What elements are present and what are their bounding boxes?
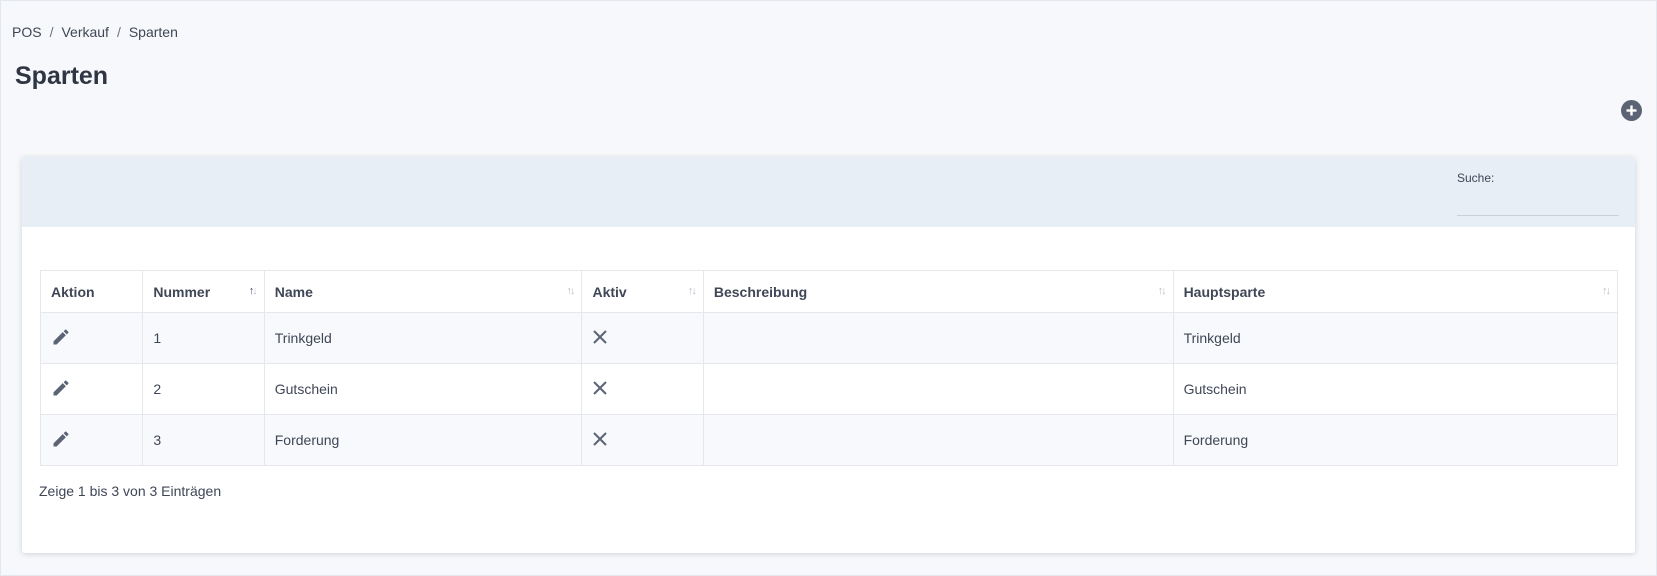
card-header: Suche:	[22, 157, 1635, 227]
cell-name: Trinkgeld	[263, 312, 583, 364]
cell-hauptsparte: Trinkgeld	[1172, 312, 1619, 364]
x-icon	[592, 431, 608, 447]
column-header-label: Name	[274, 283, 313, 300]
cell-hauptsparte: Gutschein	[1172, 363, 1619, 415]
pencil-icon	[53, 379, 69, 395]
cell-name: Gutschein	[263, 363, 583, 415]
table-row: 2 Gutschein Gutschein	[39, 363, 1619, 415]
breadcrumb-item-pos[interactable]: POS	[12, 24, 42, 40]
plus-circle-icon	[1626, 105, 1637, 116]
sort-icon: ↑↓	[687, 285, 697, 297]
cell-name: Forderung	[263, 414, 583, 466]
search-label: Suche:	[1457, 171, 1495, 185]
table-row: 1 Trinkgeld Trinkgeld	[39, 312, 1619, 364]
column-header-label: Aktion	[51, 283, 95, 300]
sort-icon: ↑↓	[566, 285, 575, 297]
sort-icon: ↑↓	[1157, 285, 1167, 297]
table-row: 3 Forderung Forderung	[39, 414, 1619, 466]
column-header-label: Nummer	[153, 283, 211, 300]
column-header-label: Aktiv	[592, 283, 627, 300]
sparten-card: Suche: Aktion Nummer ↑↓ Name ↑↓ Aktiv ↑↓…	[22, 157, 1635, 553]
cell-nummer: 1	[142, 312, 265, 364]
search-box: Suche:	[1457, 171, 1619, 216]
page-title: Sparten	[15, 62, 109, 90]
column-header-hauptsparte[interactable]: Hauptsparte ↑↓	[1172, 270, 1619, 313]
edit-button[interactable]	[51, 429, 71, 449]
edit-button[interactable]	[51, 327, 71, 347]
cell-aktion	[39, 414, 144, 466]
table-info: Zeige 1 bis 3 von 3 Einträgen	[39, 483, 222, 499]
breadcrumb-item-sparten: Sparten	[128, 24, 178, 40]
column-header-aktion: Aktion	[39, 270, 144, 313]
cell-beschreibung	[702, 363, 1174, 415]
sparten-table: Aktion Nummer ↑↓ Name ↑↓ Aktiv ↑↓ Beschr…	[39, 270, 1619, 466]
x-icon	[592, 380, 608, 396]
cell-aktion	[39, 312, 144, 364]
edit-button[interactable]	[51, 378, 71, 398]
column-header-label: Hauptsparte	[1183, 283, 1266, 300]
sort-icon: ↑↓	[1602, 285, 1611, 297]
column-header-beschreibung[interactable]: Beschreibung ↑↓	[702, 270, 1174, 313]
cell-beschreibung	[702, 312, 1174, 364]
breadcrumb-separator: /	[116, 24, 121, 40]
cell-aktiv	[581, 312, 704, 364]
column-header-nummer[interactable]: Nummer ↑↓	[142, 270, 265, 313]
cell-aktion	[39, 363, 144, 415]
sort-ascending-icon: ↑↓	[248, 285, 258, 297]
pencil-icon	[53, 328, 69, 344]
table-header-row: Aktion Nummer ↑↓ Name ↑↓ Aktiv ↑↓ Beschr…	[39, 270, 1619, 313]
breadcrumb-item-verkauf[interactable]: Verkauf	[61, 24, 108, 40]
cell-aktiv	[581, 363, 704, 415]
cell-aktiv	[581, 414, 704, 466]
column-header-name[interactable]: Name ↑↓	[263, 270, 583, 313]
breadcrumb: POS / Verkauf / Sparten	[12, 24, 178, 40]
breadcrumb-separator: /	[49, 24, 54, 40]
column-header-label: Beschreibung	[713, 283, 808, 300]
cell-hauptsparte: Forderung	[1172, 414, 1619, 466]
x-icon	[592, 329, 608, 345]
search-input[interactable]	[1457, 191, 1619, 216]
pencil-icon	[53, 430, 69, 446]
cell-nummer: 3	[142, 414, 265, 466]
column-header-aktiv[interactable]: Aktiv ↑↓	[581, 270, 704, 313]
add-button[interactable]	[1621, 100, 1642, 121]
cell-nummer: 2	[142, 363, 265, 415]
cell-beschreibung	[702, 414, 1174, 466]
